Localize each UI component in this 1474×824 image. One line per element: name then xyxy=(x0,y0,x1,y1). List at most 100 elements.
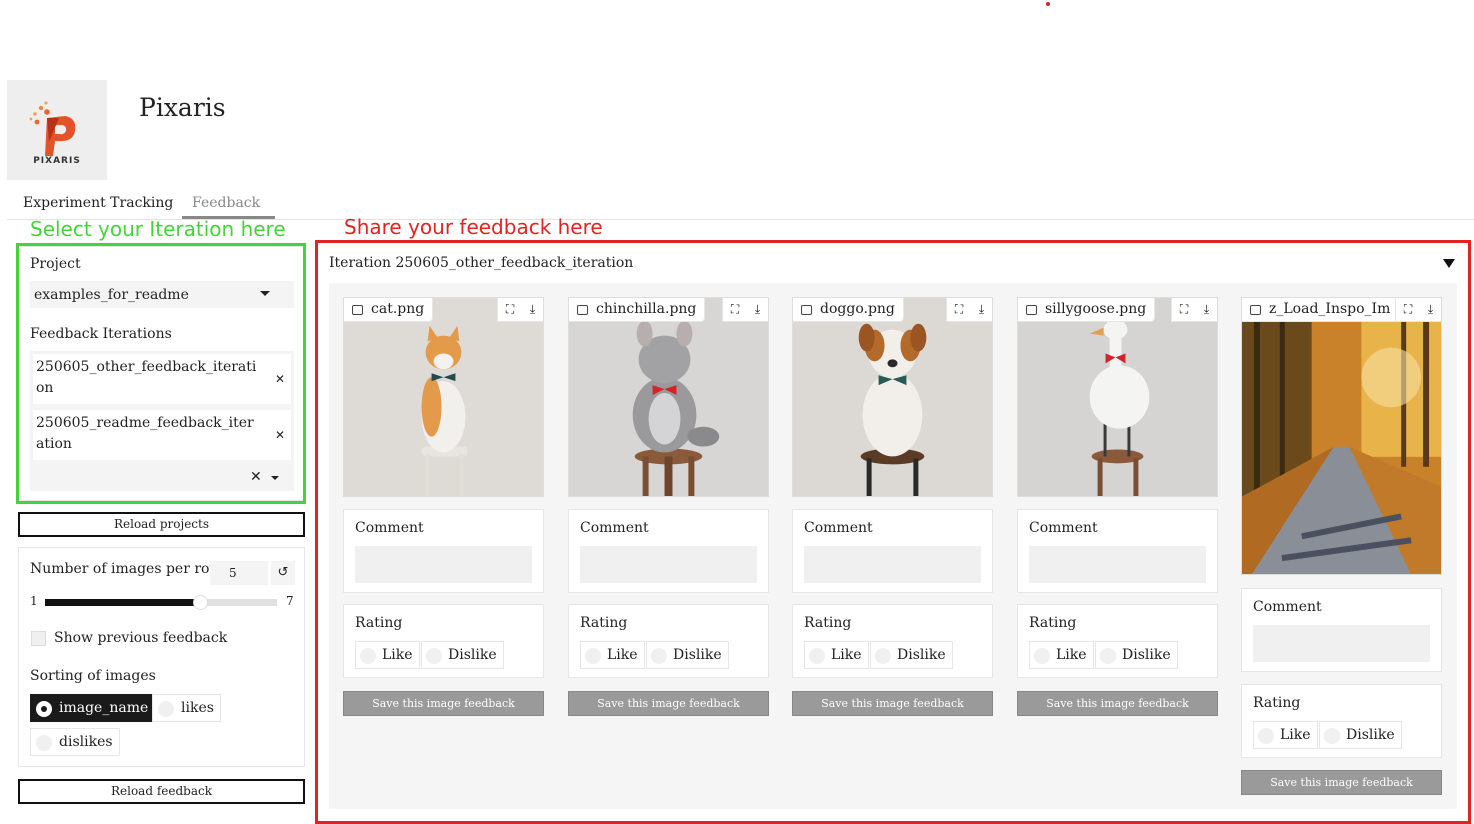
image-viewer[interactable]: chinchilla.png ⛶ ⤓ xyxy=(568,297,769,497)
image-icon xyxy=(1026,305,1037,315)
rating-section: Rating Like Dislike xyxy=(568,604,769,678)
annotation-select-iteration: Select your Iteration here xyxy=(30,217,286,241)
fullscreen-icon[interactable]: ⛶ xyxy=(506,302,514,317)
slider-handle[interactable] xyxy=(192,595,208,610)
tab-bar: Experiment Tracking Feedback xyxy=(7,192,1474,220)
show-previous-feedback-checkbox[interactable] xyxy=(31,631,46,646)
image-filename: sillygoose.png xyxy=(1018,298,1156,322)
save-feedback-button[interactable]: Save this image feedback xyxy=(343,691,544,716)
image-filename: cat.png xyxy=(344,298,434,322)
like-label: Like xyxy=(1056,647,1087,663)
rating-label: Rating xyxy=(804,615,852,631)
dislike-radio[interactable]: Dislike xyxy=(421,641,504,669)
comment-section: Comment xyxy=(1017,509,1218,593)
rating-section: Rating Like Dislike xyxy=(792,604,993,678)
app-title: Pixaris xyxy=(139,93,226,122)
like-radio[interactable]: Like xyxy=(355,641,420,669)
radio-icon xyxy=(875,648,891,664)
dislike-radio[interactable]: Dislike xyxy=(1095,641,1178,669)
dislike-radio[interactable]: Dislike xyxy=(870,641,953,669)
save-feedback-button[interactable]: Save this image feedback xyxy=(792,691,993,716)
radio-icon xyxy=(1258,728,1274,744)
collapse-triangle-icon[interactable] xyxy=(1443,259,1455,268)
sort-option-label: image_name xyxy=(59,700,149,716)
save-feedback-button[interactable]: Save this image feedback xyxy=(1017,691,1218,716)
dislike-label: Dislike xyxy=(1346,727,1395,743)
comment-input[interactable] xyxy=(580,546,757,583)
reset-icon[interactable]: ↺ xyxy=(271,561,295,585)
radio-icon xyxy=(809,648,825,664)
like-radio[interactable]: Like xyxy=(1029,641,1094,669)
dislike-label: Dislike xyxy=(448,647,497,663)
iteration-accordion-title[interactable]: Iteration 250605_other_feedback_iteratio… xyxy=(329,255,633,271)
comment-label: Comment xyxy=(580,520,649,536)
like-label: Like xyxy=(607,647,638,663)
image-viewer[interactable]: cat.png ⛶ ⤓ xyxy=(343,297,544,497)
download-icon[interactable]: ⤓ xyxy=(1204,302,1209,317)
dislike-label: Dislike xyxy=(673,647,722,663)
images-per-row-input[interactable]: 5 xyxy=(210,561,268,585)
sort-option-likes[interactable]: likes xyxy=(152,694,221,722)
display-settings-panel: Number of images per row 5 ↺ 1 7 Show pr… xyxy=(18,547,305,767)
image-actions: ⛶ ⤓ xyxy=(722,298,768,322)
download-icon[interactable]: ⤓ xyxy=(755,302,760,317)
image-filename: z_Load_Inspo_Im xyxy=(1242,298,1400,322)
slider-fill xyxy=(45,599,200,606)
highlight-box-select xyxy=(16,243,306,504)
like-radio[interactable]: Like xyxy=(1253,721,1318,749)
dislike-radio[interactable]: Dislike xyxy=(646,641,729,669)
image-filename-text: z_Load_Inspo_Im xyxy=(1269,301,1391,317)
dislike-radio[interactable]: Dislike xyxy=(1319,721,1402,749)
like-radio[interactable]: Like xyxy=(580,641,645,669)
radio-icon xyxy=(651,648,667,664)
comment-input[interactable] xyxy=(355,546,532,583)
tab-feedback[interactable]: Feedback xyxy=(192,195,260,211)
reload-projects-button[interactable]: Reload projects xyxy=(18,512,305,537)
comment-section: Comment xyxy=(1241,588,1442,672)
sort-option-label: dislikes xyxy=(59,734,113,750)
like-radio[interactable]: Like xyxy=(804,641,869,669)
goose-photo xyxy=(1018,298,1217,496)
pixaris-logo-icon xyxy=(29,101,76,156)
images-per-row-slider[interactable] xyxy=(45,595,277,610)
like-label: Like xyxy=(1280,727,1311,743)
comment-section: Comment xyxy=(568,509,769,593)
reload-feedback-button[interactable]: Reload feedback xyxy=(18,779,305,804)
download-icon[interactable]: ⤓ xyxy=(979,302,984,317)
rating-label: Rating xyxy=(1029,615,1077,631)
download-icon[interactable]: ⤓ xyxy=(1428,302,1433,317)
image-viewer[interactable]: doggo.png ⛶ ⤓ xyxy=(792,297,993,497)
radio-icon xyxy=(426,648,442,664)
radio-icon xyxy=(158,701,174,717)
download-icon[interactable]: ⤓ xyxy=(530,302,535,317)
image-viewer[interactable]: z_Load_Inspo_Im ⛶ ⤓ xyxy=(1241,297,1442,575)
image-icon xyxy=(352,305,363,315)
comment-input[interactable] xyxy=(1253,625,1430,662)
radio-icon xyxy=(1324,728,1340,744)
image-icon xyxy=(801,305,812,315)
comment-section: Comment xyxy=(792,509,993,593)
dislike-label: Dislike xyxy=(1122,647,1171,663)
radio-icon xyxy=(1100,648,1116,664)
tab-experiment-tracking[interactable]: Experiment Tracking xyxy=(23,195,173,211)
save-feedback-button[interactable]: Save this image feedback xyxy=(1241,770,1442,795)
fullscreen-icon[interactable]: ⛶ xyxy=(1404,302,1412,317)
image-viewer[interactable]: sillygoose.png ⛶ ⤓ xyxy=(1017,297,1218,497)
dog-photo xyxy=(793,298,992,496)
comment-input[interactable] xyxy=(804,546,981,583)
comment-input[interactable] xyxy=(1029,546,1206,583)
image-filename: chinchilla.png xyxy=(569,298,706,322)
image-actions: ⛶ ⤓ xyxy=(1171,298,1217,322)
save-feedback-button[interactable]: Save this image feedback xyxy=(568,691,769,716)
sort-option-dislikes[interactable]: dislikes xyxy=(30,728,120,756)
rating-label: Rating xyxy=(1253,695,1301,711)
image-actions: ⛶ ⤓ xyxy=(497,298,543,322)
fullscreen-icon[interactable]: ⛶ xyxy=(1180,302,1188,317)
image-gallery: cat.png ⛶ ⤓ Comment Rating Like Dislike … xyxy=(329,283,1457,809)
fullscreen-icon[interactable]: ⛶ xyxy=(955,302,963,317)
decorative-dot xyxy=(1046,2,1050,6)
annotation-share-feedback: Share your feedback here xyxy=(344,215,603,239)
radio-icon xyxy=(36,735,52,751)
fullscreen-icon[interactable]: ⛶ xyxy=(731,302,739,317)
sort-option-image-name[interactable]: image_name xyxy=(30,694,156,722)
